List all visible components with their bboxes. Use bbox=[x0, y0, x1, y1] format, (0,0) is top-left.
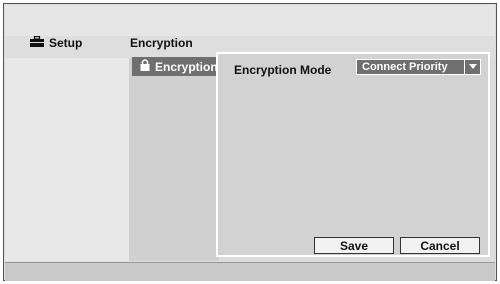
left-pane bbox=[5, 58, 129, 261]
toolbox-icon bbox=[30, 35, 44, 50]
nav-pane bbox=[129, 58, 219, 261]
chevron-down-icon bbox=[464, 60, 480, 74]
dropdown-value: Connect Priority bbox=[362, 61, 448, 73]
top-bar bbox=[5, 5, 495, 36]
nav-item-encryption[interactable]: Encryption bbox=[132, 57, 218, 76]
lock-icon bbox=[140, 59, 150, 74]
encryption-mode-label: Encryption Mode bbox=[234, 63, 332, 77]
setup-label: Setup bbox=[49, 36, 83, 50]
content-panel bbox=[216, 52, 490, 257]
nav-item-label: Encryption bbox=[155, 59, 218, 74]
encryption-mode-dropdown[interactable]: Connect Priority bbox=[356, 59, 481, 75]
bottom-bar bbox=[5, 262, 495, 281]
section-title: Encryption bbox=[130, 36, 193, 50]
save-button[interactable]: Save bbox=[314, 237, 394, 254]
setup-header[interactable]: Setup bbox=[30, 35, 83, 50]
cancel-button[interactable]: Cancel bbox=[400, 237, 480, 254]
